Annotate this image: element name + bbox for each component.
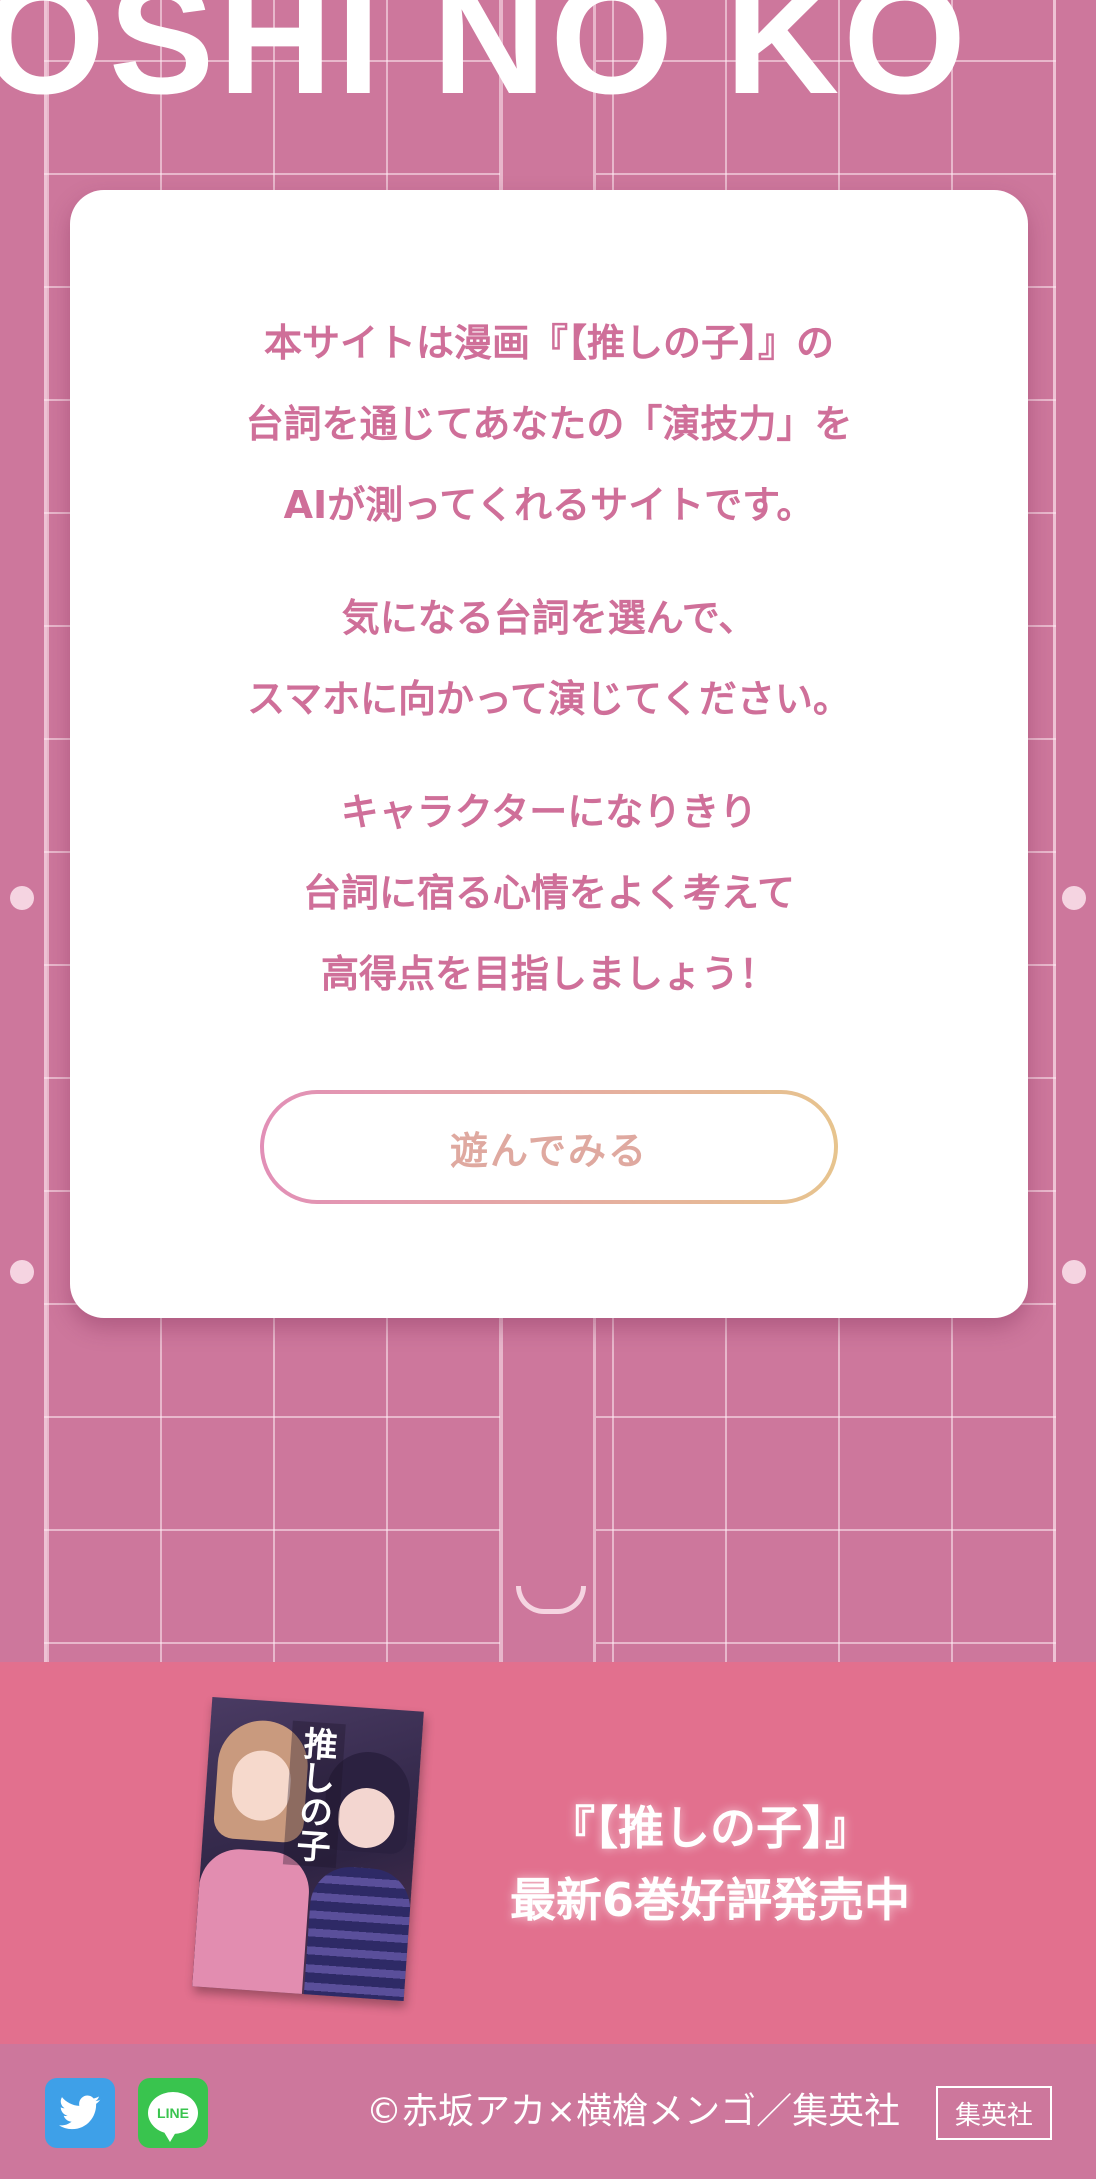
promo-banner[interactable]: 推しの子 『【推しの子】』 最新6巻好評発売中 (0, 1662, 1096, 2044)
tips-line: 高得点を目指しましょう！ (320, 952, 777, 996)
play-button-label: 遊んでみる (449, 1128, 649, 1173)
cover-art (303, 1864, 413, 2002)
twitter-icon (59, 2095, 101, 2130)
tips-paragraph: キャラクターになりきり 台詞に宿る心情をよく考えて 高得点を目指しましょう！ (70, 772, 1028, 1015)
intro-line: 本サイトは漫画『【推しの子】』の (263, 321, 834, 365)
intro-paragraph: 本サイトは漫画『【推しの子】』の 台詞を通じてあなたの「演技力」を AIが測って… (70, 303, 1028, 546)
site-logo: OSHI NO KO (0, 0, 971, 127)
side-dot (1062, 1260, 1086, 1284)
cover-art (192, 1846, 312, 2002)
side-dot (1062, 886, 1086, 910)
cover-title: 推しの子 (282, 1720, 346, 1868)
copyright-text: ©赤坂アカ×横槍メンゴ／集英社 (366, 2091, 901, 2132)
intro-card: 本サイトは漫画『【推しの子】』の 台詞を通じてあなたの「演技力」を AIが測って… (70, 190, 1028, 1318)
side-dot (10, 886, 34, 910)
instruction-line: 気になる台詞を選んで、 (341, 596, 757, 640)
instruction-line: スマホに向かって演じてください。 (247, 677, 851, 721)
instruction-paragraph: 気になる台詞を選んで、 スマホに向かって演じてください。 (70, 578, 1028, 740)
manga-cover-image[interactable]: 推しの子 (192, 1696, 424, 2002)
play-button-inner: 遊んでみる (264, 1094, 834, 1200)
footer: LINE ©赤坂アカ×横槍メンゴ／集英社 集英社 (0, 2044, 1096, 2179)
promo-title: 『【推しの子】』 (549, 1801, 871, 1855)
tips-line: キャラクターになりきり (340, 790, 758, 834)
intro-line: AIが測ってくれるサイトです。 (283, 483, 815, 527)
promo-subtitle: 最新6巻好評発売中 (509, 1873, 910, 1927)
hero-section: OSHI NO KO 本サイトは漫画『【推しの子】』の 台詞を通じてあなたの「演… (0, 0, 1096, 1662)
line-icon: LINE (148, 2092, 198, 2142)
promo-text: 『【推しの子】』 最新6巻好評発売中 (470, 1792, 950, 1936)
publisher-logo[interactable]: 集英社 (936, 2086, 1052, 2140)
intro-line: 台詞を通じてあなたの「演技力」を (245, 402, 853, 446)
tips-line: 台詞に宿る心情をよく考えて (302, 871, 796, 915)
side-dot (10, 1260, 34, 1284)
line-share-button[interactable]: LINE (138, 2078, 208, 2148)
play-button[interactable]: 遊んでみる (260, 1090, 838, 1204)
twitter-share-button[interactable] (45, 2078, 115, 2148)
